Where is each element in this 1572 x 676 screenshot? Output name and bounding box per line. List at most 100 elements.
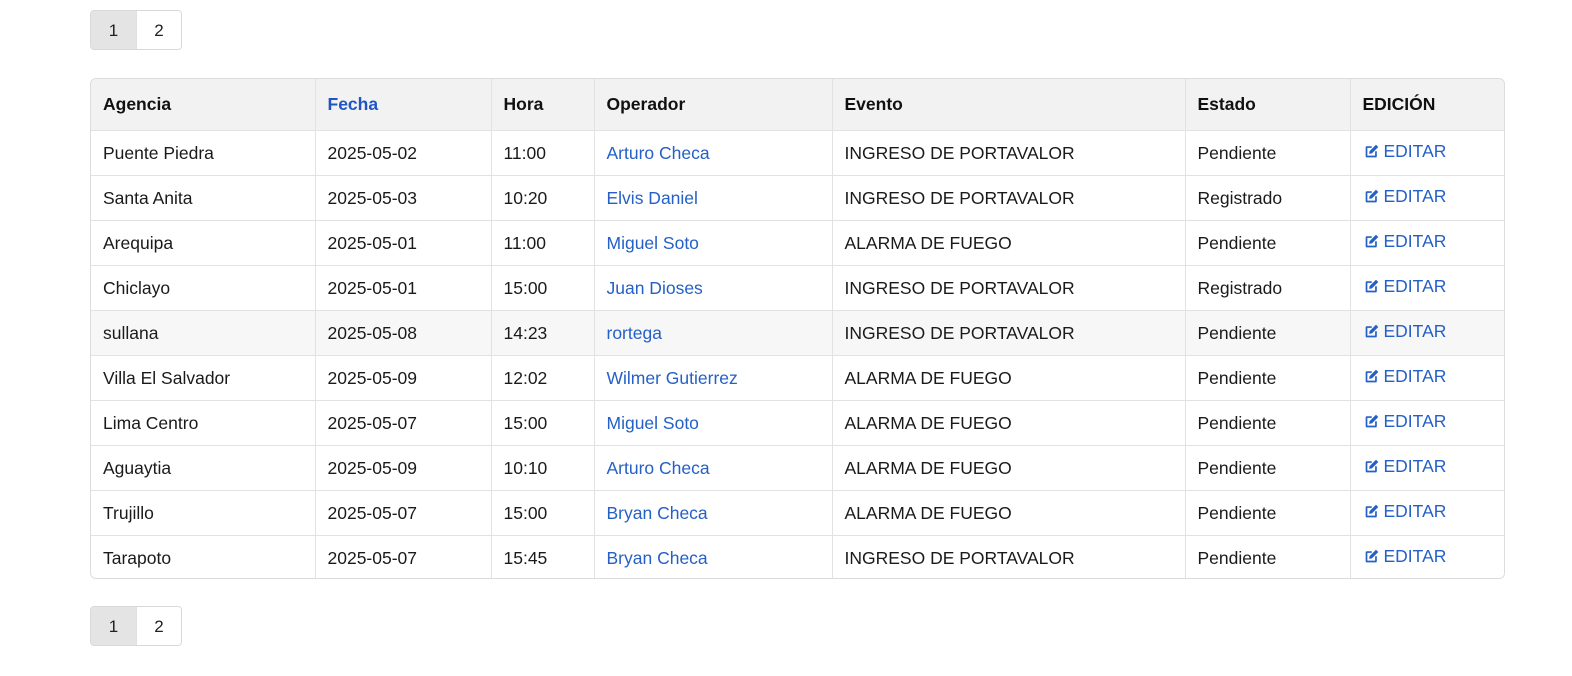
edit-button[interactable]: EDITAR — [1363, 411, 1446, 432]
edit-button[interactable]: EDITAR — [1363, 366, 1446, 387]
edit-button[interactable]: EDITAR — [1363, 186, 1447, 207]
cell-hora: 11:00 — [503, 142, 547, 163]
cell-fecha: 2025-05-07 — [327, 502, 418, 523]
cell-fecha: 2025-05-01 — [327, 232, 418, 253]
cell-operador-link[interactable]: Bryan Checa — [607, 503, 708, 523]
cell-operador-link[interactable]: Bryan Checa — [607, 548, 708, 568]
cell-operador-link[interactable]: Miguel Soto — [607, 413, 699, 433]
page-button-2[interactable]: 2 — [136, 607, 181, 645]
cell-operador-link[interactable]: Juan Dioses — [607, 278, 703, 298]
cell-edicion: EDITAR — [1350, 220, 1504, 266]
cell-fecha: 2025-05-08 — [327, 322, 418, 343]
cell-evento-cell: ALARMA DE FUEGO — [832, 400, 1186, 446]
header-hora: Hora — [491, 79, 595, 131]
cell-evento-cell: ALARMA DE FUEGO — [832, 445, 1186, 491]
header-operador: Operador — [594, 79, 833, 131]
cell-edicion: EDITAR — [1350, 265, 1504, 311]
table-row: Lima Centro 2025-05-07 15:00 Miguel Soto ALA… — [91, 400, 1504, 446]
edit-label: EDITAR — [1383, 186, 1447, 206]
cell-hora-cell: 10:20 — [491, 175, 595, 221]
table-row: Trujillo 2025-05-07 15:00 Bryan Checa ALARMA… — [91, 490, 1504, 536]
table-body: Puente Piedra 2025-05-02 11:00 Arturo Checa… — [91, 130, 1504, 578]
cell-operador-link[interactable]: Wilmer Gutierrez — [607, 368, 738, 388]
cell-estado-cell: Pendiente — [1185, 445, 1351, 491]
table-row: Tarapoto 2025-05-07 15:45 Bryan Checa INGRES… — [91, 535, 1504, 578]
edit-label: EDITAR — [1383, 276, 1447, 296]
cell-hora: 12:02 — [503, 367, 548, 388]
cell-operador-link[interactable]: Elvis Daniel — [607, 188, 698, 208]
cell-hora-cell: 11:00 — [491, 130, 595, 176]
cell-estado-cell: Pendiente — [1185, 310, 1351, 356]
cell-evento: ALARMA DE FUEGO — [844, 412, 1012, 433]
cell-fecha: 2025-05-09 — [327, 367, 418, 388]
edit-button[interactable]: EDITAR — [1363, 456, 1446, 477]
edit-square-icon — [1363, 503, 1380, 520]
table-row: Puente Piedra 2025-05-02 11:00 Arturo Checa… — [91, 130, 1504, 176]
cell-fecha: 2025-05-02 — [327, 142, 418, 163]
cell-fecha-cell: 2025-05-01 — [315, 265, 492, 311]
cell-hora: 15:00 — [503, 412, 548, 433]
cell-estado: Pendiente — [1197, 547, 1277, 568]
page-button-1[interactable]: 1 — [91, 607, 136, 645]
cell-hora: 10:20 — [503, 187, 548, 208]
edit-button[interactable]: EDITAR — [1363, 321, 1446, 342]
cell-evento: ALARMA DE FUEGO — [844, 232, 1012, 253]
cell-fecha-cell: 2025-05-01 — [315, 220, 492, 266]
cell-hora: 11:00 — [503, 232, 547, 253]
cell-evento: INGRESO DE PORTAVALOR — [844, 277, 1075, 298]
header-fecha-sort[interactable]: Fecha — [315, 79, 492, 131]
events-table: Agencia Fecha Hora Operador Evento Estad… — [90, 78, 1505, 579]
cell-estado: Registrado — [1197, 187, 1283, 208]
pagination-top: 1 2 — [90, 10, 182, 50]
edit-button[interactable]: EDITAR — [1363, 546, 1446, 567]
edit-button[interactable]: EDITAR — [1363, 276, 1447, 297]
cell-hora-cell: 15:45 — [491, 535, 595, 578]
cell-fecha: 2025-05-07 — [327, 547, 418, 568]
page-button-1[interactable]: 1 — [91, 11, 136, 49]
page: 1 2 Agencia Fecha Hora Operador Evento E… — [0, 0, 1572, 676]
cell-estado-cell: Registrado — [1185, 175, 1351, 221]
cell-agencia: Arequipa — [103, 232, 174, 253]
edit-button[interactable]: EDITAR — [1363, 141, 1446, 162]
cell-fecha-cell: 2025-05-09 — [315, 355, 492, 401]
cell-operador-link[interactable]: Arturo Checa — [607, 458, 710, 478]
edit-button[interactable]: EDITAR — [1363, 501, 1447, 522]
edit-label: EDITAR — [1383, 501, 1447, 521]
edit-square-icon — [1363, 143, 1380, 160]
cell-operador-link-cell: Elvis Daniel — [594, 175, 833, 221]
table-row: Villa El Salvador 2025-05-09 12:02 Wilmer G… — [91, 355, 1504, 401]
edit-button[interactable]: EDITAR — [1363, 231, 1446, 252]
cell-fecha: 2025-05-01 — [327, 277, 418, 298]
cell-evento-cell: INGRESO DE PORTAVALOR — [832, 310, 1186, 356]
cell-fecha-cell: 2025-05-02 — [315, 130, 492, 176]
edit-square-icon — [1363, 278, 1380, 295]
cell-operador-link-cell: rortega — [594, 310, 833, 356]
cell-edicion: EDITAR — [1350, 490, 1504, 536]
table-row: Aguaytia 2025-05-09 10:10 Arturo Checa ALARM… — [91, 445, 1504, 491]
edit-square-icon — [1363, 413, 1380, 430]
cell-hora: 14:23 — [503, 322, 548, 343]
cell-estado-cell: Pendiente — [1185, 220, 1351, 266]
cell-agencia: Santa Anita — [103, 187, 193, 208]
header-edicion: EDICIÓN — [1350, 79, 1504, 131]
cell-agencia-cell: Santa Anita — [91, 175, 316, 221]
cell-evento-cell: ALARMA DE FUEGO — [832, 220, 1186, 266]
cell-evento: INGRESO DE PORTAVALOR — [844, 142, 1075, 163]
edit-square-icon — [1363, 323, 1380, 340]
cell-operador-link[interactable]: Arturo Checa — [607, 143, 710, 163]
header-evento: Evento — [832, 79, 1186, 131]
page-button-2[interactable]: 2 — [136, 11, 181, 49]
cell-operador-link-cell: Wilmer Gutierrez — [594, 355, 833, 401]
cell-operador-link-cell: Juan Dioses — [594, 265, 833, 311]
cell-operador-link[interactable]: Miguel Soto — [607, 233, 699, 253]
edit-square-icon — [1363, 233, 1380, 250]
cell-edicion: EDITAR — [1350, 445, 1504, 491]
cell-estado-cell: Pendiente — [1185, 400, 1351, 446]
cell-estado-cell: Pendiente — [1185, 490, 1351, 536]
cell-operador-link[interactable]: rortega — [607, 323, 662, 343]
cell-agencia-cell: sullana — [91, 310, 316, 356]
cell-operador-link-cell: Bryan Checa — [594, 535, 833, 578]
table-row: Chiclayo 2025-05-01 15:00 Juan Dioses INGRES… — [91, 265, 1504, 311]
cell-estado: Pendiente — [1197, 412, 1277, 433]
cell-edicion: EDITAR — [1350, 175, 1504, 221]
